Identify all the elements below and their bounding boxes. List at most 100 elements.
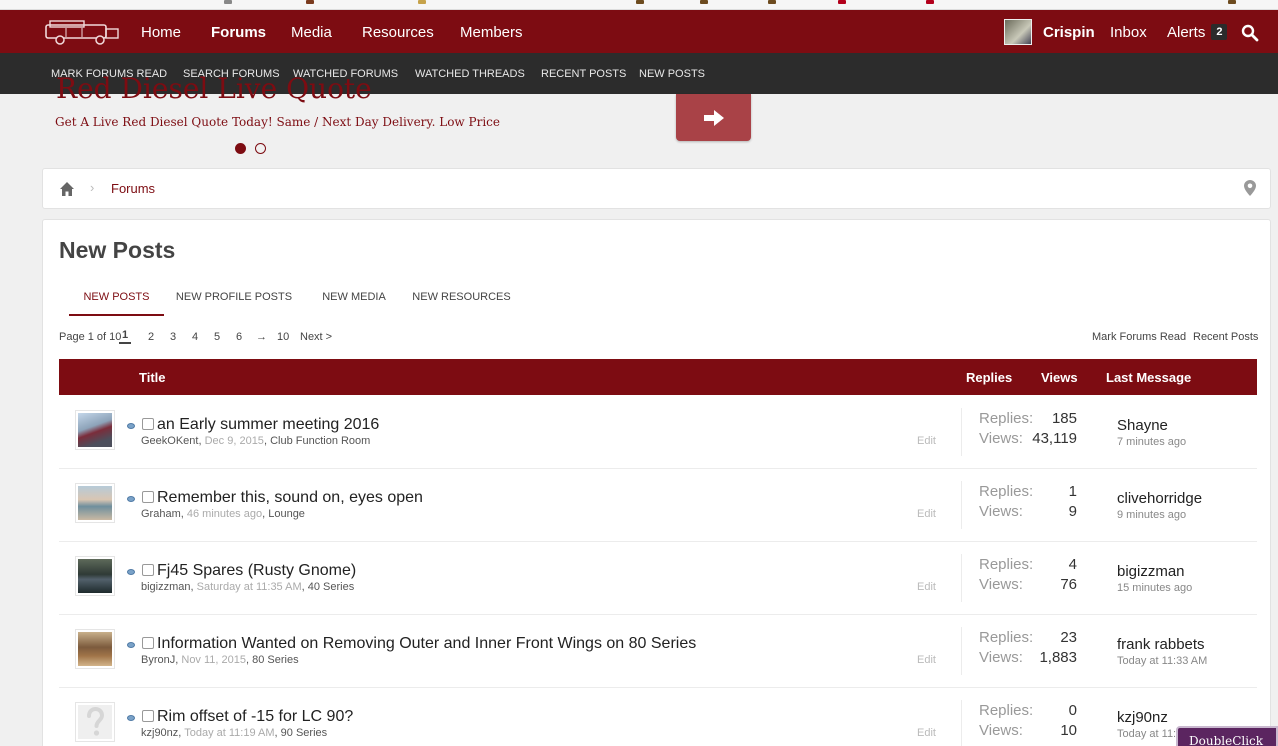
- ad-banner[interactable]: Red Diesel Live Quote Get A Live Red Die…: [0, 72, 1278, 164]
- last-message-time[interactable]: Today at 11:1: [1117, 728, 1182, 740]
- last-message-time[interactable]: Today at 11:33 AM: [1117, 655, 1207, 667]
- doubleclick-ad-badge[interactable]: DoubleClick: [1176, 726, 1278, 746]
- thread-select-checkbox[interactable]: [142, 564, 154, 576]
- page-link[interactable]: 6: [236, 331, 242, 343]
- edit-link[interactable]: Edit: [917, 654, 936, 666]
- page-link[interactable]: 3: [170, 331, 176, 343]
- page-link[interactable]: 4: [192, 331, 198, 343]
- thread-date: 46 minutes ago: [186, 508, 263, 520]
- thread-select-checkbox[interactable]: [142, 637, 154, 649]
- thread-title[interactable]: an Early summer meeting 2016: [157, 416, 379, 434]
- views-count: 10: [1060, 722, 1077, 739]
- last-message-user[interactable]: clivehorridge: [1117, 490, 1202, 507]
- thread-select-checkbox[interactable]: [142, 710, 154, 722]
- next-page-link[interactable]: Next >: [300, 331, 332, 343]
- nav-alerts[interactable]: Alerts 2: [1167, 10, 1228, 53]
- home-icon[interactable]: [59, 181, 75, 197]
- thread-author[interactable]: GeekOKent: [141, 435, 198, 447]
- thread-date: Dec 9, 2015: [204, 435, 264, 447]
- last-message-user[interactable]: kzj90nz: [1117, 709, 1168, 726]
- views-count: 1,883: [1039, 649, 1077, 666]
- page-link[interactable]: 2: [148, 331, 154, 343]
- subnav-new-posts[interactable]: NEW POSTS: [639, 53, 705, 94]
- subnav-recent-posts[interactable]: RECENT POSTS: [541, 53, 626, 94]
- thread-row: Fj45 Spares (Rusty Gnome) bigizzman, Sat…: [59, 542, 1257, 615]
- breadcrumb-forums[interactable]: Forums: [111, 181, 155, 196]
- subnav-watched-threads[interactable]: WATCHED THREADS: [415, 53, 525, 94]
- recent-posts-link[interactable]: Recent Posts: [1193, 331, 1258, 343]
- nav-members[interactable]: Members: [460, 10, 523, 53]
- edit-link[interactable]: Edit: [917, 727, 936, 739]
- page-link[interactable]: 5: [214, 331, 220, 343]
- thread-title[interactable]: Remember this, sound on, eyes open: [157, 489, 423, 507]
- thread-stats: Replies: 185 Views: 43,119: [961, 408, 1079, 456]
- replies-label: Replies:: [979, 483, 1034, 500]
- thread-forum[interactable]: Lounge: [268, 508, 305, 520]
- thread-stats: Replies: 1 Views: 9: [961, 481, 1079, 529]
- thread-author[interactable]: ByronJ: [141, 654, 175, 666]
- thread-title[interactable]: Information Wanted on Removing Outer and…: [157, 635, 696, 653]
- thread-author-avatar[interactable]: [75, 629, 115, 669]
- last-message-time[interactable]: 9 minutes ago: [1117, 509, 1186, 521]
- tab-new-posts[interactable]: NEW POSTS: [69, 282, 164, 316]
- last-message-time[interactable]: 15 minutes ago: [1117, 582, 1192, 594]
- replies-count: 0: [1068, 702, 1077, 719]
- thread-author[interactable]: Graham: [141, 508, 181, 520]
- thread-meta: Graham, 46 minutes ago, Lounge: [141, 508, 305, 520]
- thread-author[interactable]: kzj90nz: [141, 727, 178, 739]
- thread-title[interactable]: Rim offset of -15 for LC 90?: [157, 708, 353, 726]
- thread-author[interactable]: bigizzman: [141, 581, 191, 593]
- search-icon[interactable]: [1241, 24, 1259, 42]
- thread-forum[interactable]: 40 Series: [308, 581, 354, 593]
- tab-new-resources[interactable]: NEW RESOURCES: [409, 282, 514, 316]
- views-count: 76: [1060, 576, 1077, 593]
- thread-forum[interactable]: Club Function Room: [270, 435, 370, 447]
- page-link-last[interactable]: 10: [277, 331, 289, 343]
- column-last-message[interactable]: Last Message: [1106, 370, 1191, 385]
- carousel-dot-1[interactable]: [235, 143, 246, 154]
- page-link-current[interactable]: 1: [119, 329, 132, 344]
- land-cruiser-logo[interactable]: [40, 19, 122, 45]
- map-marker-icon[interactable]: [1244, 180, 1256, 196]
- content-tabs: NEW POSTS NEW PROFILE POSTS NEW MEDIA NE…: [59, 282, 1255, 316]
- nav-inbox[interactable]: Inbox: [1110, 10, 1147, 53]
- default-avatar-icon[interactable]: [75, 702, 115, 742]
- mark-forums-read-link[interactable]: Mark Forums Read: [1092, 331, 1186, 343]
- unread-indicator-icon: [127, 569, 135, 575]
- thread-select-checkbox[interactable]: [142, 491, 154, 503]
- column-views[interactable]: Views: [1041, 370, 1078, 385]
- thread-forum[interactable]: 80 Series: [252, 654, 298, 666]
- nav-home[interactable]: Home: [141, 10, 181, 53]
- thread-author-avatar[interactable]: [75, 410, 115, 450]
- edit-link[interactable]: Edit: [917, 435, 936, 447]
- views-count: 43,119: [1032, 430, 1077, 447]
- last-message-user[interactable]: Shayne: [1117, 417, 1168, 434]
- edit-link[interactable]: Edit: [917, 508, 936, 520]
- nav-forums[interactable]: Forums: [211, 10, 266, 53]
- user-avatar[interactable]: [1004, 19, 1032, 45]
- question-mark-icon: [87, 706, 105, 736]
- thread-select-checkbox[interactable]: [142, 418, 154, 430]
- banner-go-button[interactable]: [676, 94, 751, 141]
- thread-author-avatar[interactable]: [75, 483, 115, 523]
- user-menu[interactable]: Crispin: [1043, 10, 1095, 53]
- breadcrumb: › Forums: [42, 168, 1271, 209]
- last-message-user[interactable]: frank rabbets: [1117, 636, 1205, 653]
- edit-link[interactable]: Edit: [917, 581, 936, 593]
- thread-title[interactable]: Fj45 Spares (Rusty Gnome): [157, 562, 356, 580]
- unread-indicator-icon: [127, 642, 135, 648]
- column-title[interactable]: Title: [139, 370, 166, 385]
- nav-resources[interactable]: Resources: [362, 10, 434, 53]
- tab-new-media[interactable]: NEW MEDIA: [314, 282, 394, 316]
- thread-author-avatar[interactable]: [75, 556, 115, 596]
- column-replies[interactable]: Replies: [966, 370, 1012, 385]
- tab-new-profile-posts[interactable]: NEW PROFILE POSTS: [174, 282, 294, 316]
- thread-meta: ByronJ, Nov 11, 2015, 80 Series: [141, 654, 299, 666]
- carousel-dot-2[interactable]: [255, 143, 266, 154]
- unread-indicator-icon: [127, 496, 135, 502]
- page-skip-arrow[interactable]: →: [256, 331, 267, 343]
- thread-forum[interactable]: 90 Series: [281, 727, 327, 739]
- nav-media[interactable]: Media: [291, 10, 332, 53]
- last-message-user[interactable]: bigizzman: [1117, 563, 1185, 580]
- last-message-time[interactable]: 7 minutes ago: [1117, 436, 1186, 448]
